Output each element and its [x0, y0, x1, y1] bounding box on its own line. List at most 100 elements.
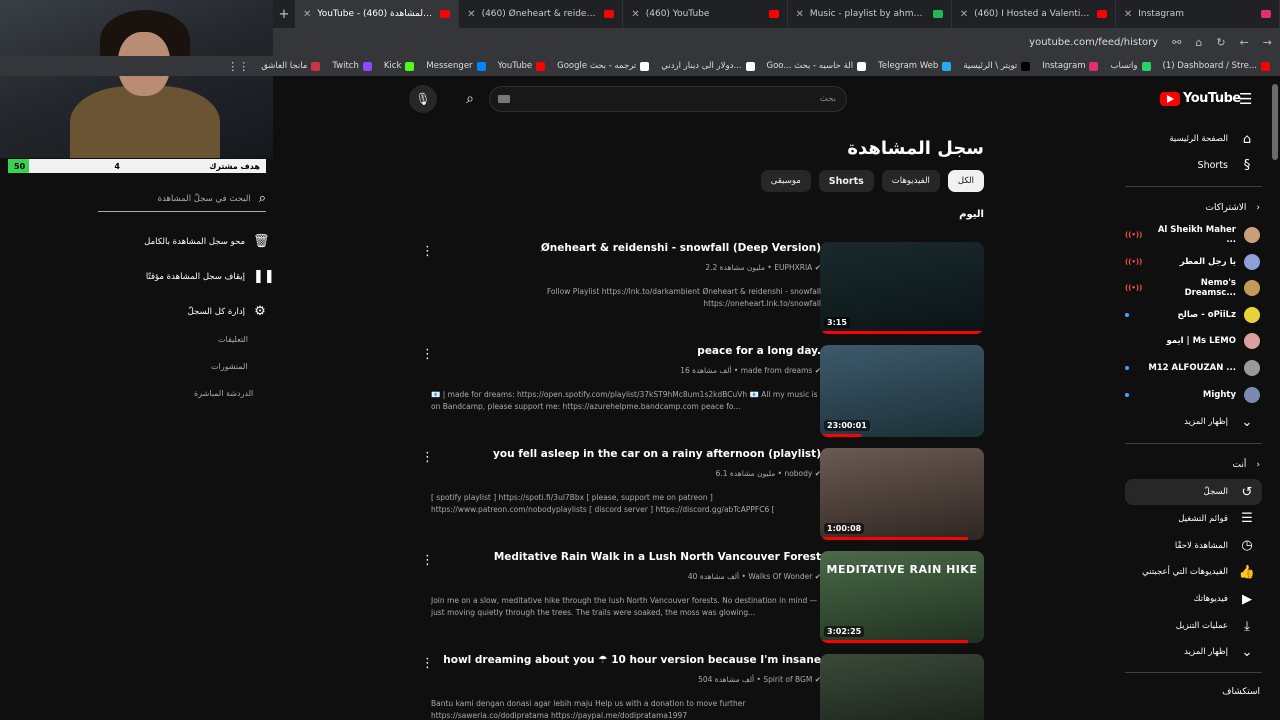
browser-tab[interactable]: ✕ YouTube - سجل المشاهدة (460) [295, 0, 460, 28]
history-video-item[interactable]: MEDITATIVE RAIN HIKE 3:02:25 Meditative Ra… [421, 551, 984, 647]
bookmark-item[interactable]: Google ترجمه - بحث [557, 61, 650, 71]
bookmark-item[interactable]: YouTube [498, 61, 546, 71]
history-video-item[interactable]: 23:00:01 peace for a long day. 16 ألف مشاه… [421, 345, 984, 441]
sidebar-item-home[interactable]: الصفحة الرئيسية ⌂ [1125, 126, 1262, 152]
site-settings-icon[interactable]: ⚯ [1172, 36, 1181, 49]
filter-chip[interactable]: Shorts [818, 170, 874, 192]
bookmark-item[interactable]: Messenger [426, 61, 486, 71]
explore-header: استكشاف [1222, 687, 1260, 697]
close-tab-icon[interactable]: ✕ [467, 9, 475, 20]
clear-history-button[interactable]: محو سجل المشاهدة بالكامل 🗑 [144, 234, 269, 249]
voice-search-button[interactable]: 🎙 [409, 85, 437, 113]
bookmark-item[interactable]: Kick [384, 61, 415, 71]
history-video-item[interactable]: howl dreaming about you ☂ 10 hour versio… [421, 654, 984, 720]
verified-icon: ✔ [812, 469, 821, 478]
subscription-item[interactable]: ايمو | Ms LEMO [1125, 328, 1262, 354]
sidebar-item-shorts[interactable]: Shorts § [1125, 152, 1262, 178]
back-icon[interactable]: → [1263, 36, 1272, 49]
browser-tab[interactable]: ✕ Instagram [1116, 0, 1280, 28]
menu-icon[interactable]: ☰ [1239, 90, 1252, 108]
video-thumbnail[interactable]: 3:15 [820, 242, 984, 334]
video-thumbnail[interactable] [820, 654, 984, 720]
home-icon[interactable]: ⌂ [1195, 36, 1202, 49]
video-channel[interactable]: EUPHXRIA [774, 263, 812, 272]
search-input[interactable]: بحث [489, 86, 847, 112]
bookmark-item[interactable]: Twitch [332, 61, 372, 71]
filter-chip[interactable]: موسيقى [760, 170, 811, 192]
browser-tab[interactable]: ✕ (460) YouTube [623, 0, 788, 28]
video-title[interactable]: Meditative Rain Walk in a Lush North Van… [431, 551, 821, 563]
video-title[interactable]: Øneheart & reidenshi - snowfall (Deep Ve… [431, 242, 821, 254]
comments-link[interactable]: التعليقات [218, 335, 248, 344]
more-actions-icon[interactable]: ⋮ [421, 553, 434, 568]
more-actions-icon[interactable]: ⋮ [421, 244, 434, 259]
browser-tab[interactable]: ✕ (460) Øneheart & reidenshi [459, 0, 624, 28]
bookmark-item[interactable]: تويتر \ الرئيسية [963, 61, 1031, 71]
pause-history-button[interactable]: إيقاف سجل المشاهدة مؤقتًا ❚❚ [146, 269, 275, 284]
video-info: Meditative Rain Walk in a Lush North Van… [431, 551, 821, 619]
show-more-subscriptions[interactable]: إظهار المزيد ⌄ [1125, 409, 1262, 435]
sidebar-item-you[interactable]: السجلّ ↺ [1125, 479, 1262, 505]
apps-grid-icon[interactable]: ⋮⋮ [227, 60, 249, 73]
bookmark-item[interactable]: Instagram [1042, 61, 1099, 71]
close-tab-icon[interactable]: ✕ [796, 9, 804, 20]
video-title[interactable]: you fell asleep in the car on a rainy af… [431, 448, 821, 460]
bookmark-item[interactable]: Goo... الة حاسبه - بحث [767, 61, 867, 71]
keyboard-icon[interactable] [498, 95, 510, 103]
bookmark-item[interactable]: Telegram Web [878, 61, 952, 71]
close-tab-icon[interactable]: ✕ [960, 9, 968, 20]
subscription-item[interactable]: ((•)) يا رجل المطر [1125, 249, 1262, 275]
subscription-item[interactable]: ((•)) Al Sheikh Maher ... [1125, 222, 1262, 248]
url-text[interactable]: youtube.com/feed/history [1029, 37, 1158, 48]
video-title[interactable]: howl dreaming about you ☂ 10 hour versio… [431, 654, 821, 666]
subscriptions-header[interactable]: الاشتراكات › [1206, 203, 1260, 213]
manage-history-button[interactable]: إدارة كل السجلّ ⚙ [188, 304, 267, 319]
subscription-item[interactable]: Mighty [1125, 382, 1262, 408]
video-duration: 23:00:01 [824, 420, 870, 431]
close-tab-icon[interactable]: ✕ [303, 9, 311, 20]
youtube-logo[interactable]: YouTube [1160, 91, 1241, 106]
close-tab-icon[interactable]: ✕ [631, 9, 639, 20]
video-channel[interactable]: Walks Of Wonder [748, 572, 812, 581]
video-thumbnail[interactable]: MEDITATIVE RAIN HIKE 3:02:25 [820, 551, 984, 643]
browser-tab[interactable]: ✕ (460) I Hosted a Valentines Da [952, 0, 1116, 28]
search-button[interactable]: ⌕ [453, 86, 487, 112]
live-chat-link[interactable]: الدردشة المباشرة [194, 389, 253, 398]
filter-chip[interactable]: الفيديوهات [881, 170, 940, 192]
more-actions-icon[interactable]: ⋮ [421, 347, 434, 362]
history-search-field[interactable]: البحث في سجلّ المشاهدة ⌕ [98, 186, 266, 212]
history-video-item[interactable]: 3:15 Øneheart & reidenshi - snowfall (Dee… [421, 242, 984, 338]
bookmark-item[interactable]: واتساب [1110, 61, 1151, 71]
posts-link[interactable]: المنشورات [211, 362, 248, 371]
video-channel[interactable]: Spirit of BGM [763, 675, 812, 684]
bookmark-item[interactable]: دولار الى دينار اردني... [661, 61, 755, 71]
subscription-item[interactable]: M12 ALFOUZAN ... [1125, 355, 1262, 381]
more-actions-icon[interactable]: ⋮ [421, 656, 434, 671]
video-thumbnail[interactable]: 1:00:08 [820, 448, 984, 540]
sidebar-item-you[interactable]: الفيديوهات التي أعجبتني 👍 [1125, 559, 1262, 585]
history-video-item[interactable]: 1:00:08 you fell asleep in the car on a r… [421, 448, 984, 544]
tab-title: YouTube - سجل المشاهدة (460) [317, 9, 434, 19]
sidebar-item-you[interactable]: عمليات التنزيل ⤓ [1125, 613, 1262, 639]
sidebar-item-you[interactable]: فيديوهاتك ▶ [1125, 586, 1262, 612]
forward-icon[interactable]: ← [1240, 36, 1249, 49]
video-channel[interactable]: made from dreams [741, 366, 813, 375]
new-tab-button[interactable]: + [273, 7, 295, 22]
browser-tab[interactable]: ✕ Music - playlist by ahmad baa [788, 0, 952, 28]
filter-chip[interactable]: الكل [947, 170, 984, 192]
page-scrollbar[interactable] [1272, 84, 1278, 160]
bookmark-item[interactable]: (1) Dashboard / Stre... [1163, 61, 1270, 71]
you-header[interactable]: أنت › [1233, 460, 1260, 470]
reload-icon[interactable]: ↻ [1216, 36, 1225, 49]
video-channel[interactable]: nobody [784, 469, 812, 478]
more-actions-icon[interactable]: ⋮ [421, 450, 434, 465]
subscription-item[interactable]: صالح - oPiiLz [1125, 302, 1262, 328]
sidebar-item-you[interactable]: قوائم التشغيل ☰ [1125, 506, 1262, 532]
sidebar-item-you[interactable]: المشاهدة لاحقًا ◷ [1125, 533, 1262, 559]
video-thumbnail[interactable]: 23:00:01 [820, 345, 984, 437]
bookmark-item[interactable]: مانجا العاشق [261, 61, 321, 71]
video-title[interactable]: peace for a long day. [431, 345, 821, 357]
close-tab-icon[interactable]: ✕ [1124, 9, 1132, 20]
subscription-item[interactable]: ((•)) Nemo's Dreamsc... [1125, 275, 1262, 301]
show-more-you[interactable]: إظهار المزيد ⌄ [1125, 639, 1262, 665]
